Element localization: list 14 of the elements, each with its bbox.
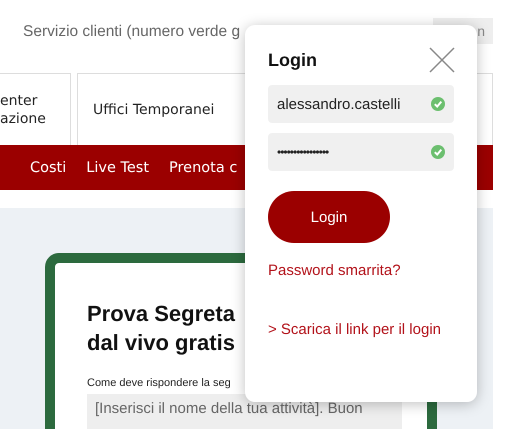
popup-title: Login <box>268 50 317 70</box>
nav-link[interactable]: Costi <box>30 160 66 176</box>
card-title: dal vivo gratis <box>87 329 235 357</box>
card-title: Prova Segreta <box>87 300 235 328</box>
question-label: Come deve rispondere la seg <box>87 377 232 389</box>
download-login-link[interactable]: > Scarica il link per il login <box>268 321 454 338</box>
nav-link[interactable]: Live Test <box>86 160 150 176</box>
login-button[interactable]: Login <box>268 191 390 243</box>
close-icon[interactable] <box>429 47 455 73</box>
input-field[interactable]: •••••••••••••••• <box>268 133 454 171</box>
forgot-password-link[interactable]: Password smarrita? <box>268 262 454 279</box>
customer-service-text: Servizio clienti (numero verde g <box>23 23 240 41</box>
nav-link[interactable]: Prenota c <box>169 160 238 176</box>
input-field[interactable]: alessandro.castelli <box>268 85 454 123</box>
